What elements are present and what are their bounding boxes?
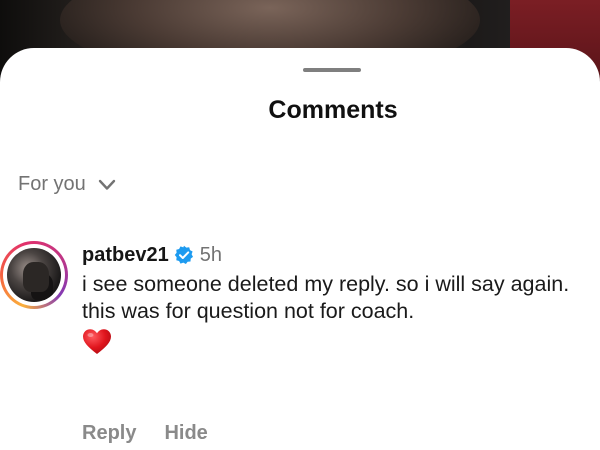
comment-username[interactable]: patbev21 bbox=[82, 244, 169, 267]
filter-label: For you bbox=[18, 173, 86, 195]
sheet-drag-handle[interactable] bbox=[303, 68, 361, 72]
avatar-image bbox=[7, 248, 61, 302]
sheet-title: Comments bbox=[268, 96, 398, 124]
chevron-down-icon bbox=[98, 179, 116, 190]
verified-badge-icon bbox=[174, 245, 193, 264]
comment-actions: Reply Hide bbox=[82, 422, 236, 445]
reply-button[interactable]: Reply bbox=[82, 422, 136, 445]
hide-button[interactable]: Hide bbox=[164, 422, 207, 445]
comment-header: patbev21 5h bbox=[82, 240, 592, 270]
red-heart-icon bbox=[83, 329, 111, 354]
sheet-title-row: Comments bbox=[0, 96, 600, 125]
comment-timestamp: 5h bbox=[199, 243, 222, 266]
comment-filter-dropdown[interactable]: For you bbox=[18, 173, 116, 196]
avatar[interactable] bbox=[0, 241, 68, 309]
comments-sheet: Comments For you patbev21 5h i see someo… bbox=[0, 48, 600, 450]
comment-text: i see someone deleted my reply. so i wil… bbox=[82, 272, 570, 323]
comment-body: patbev21 5h i see someone deleted my rep… bbox=[82, 240, 592, 445]
